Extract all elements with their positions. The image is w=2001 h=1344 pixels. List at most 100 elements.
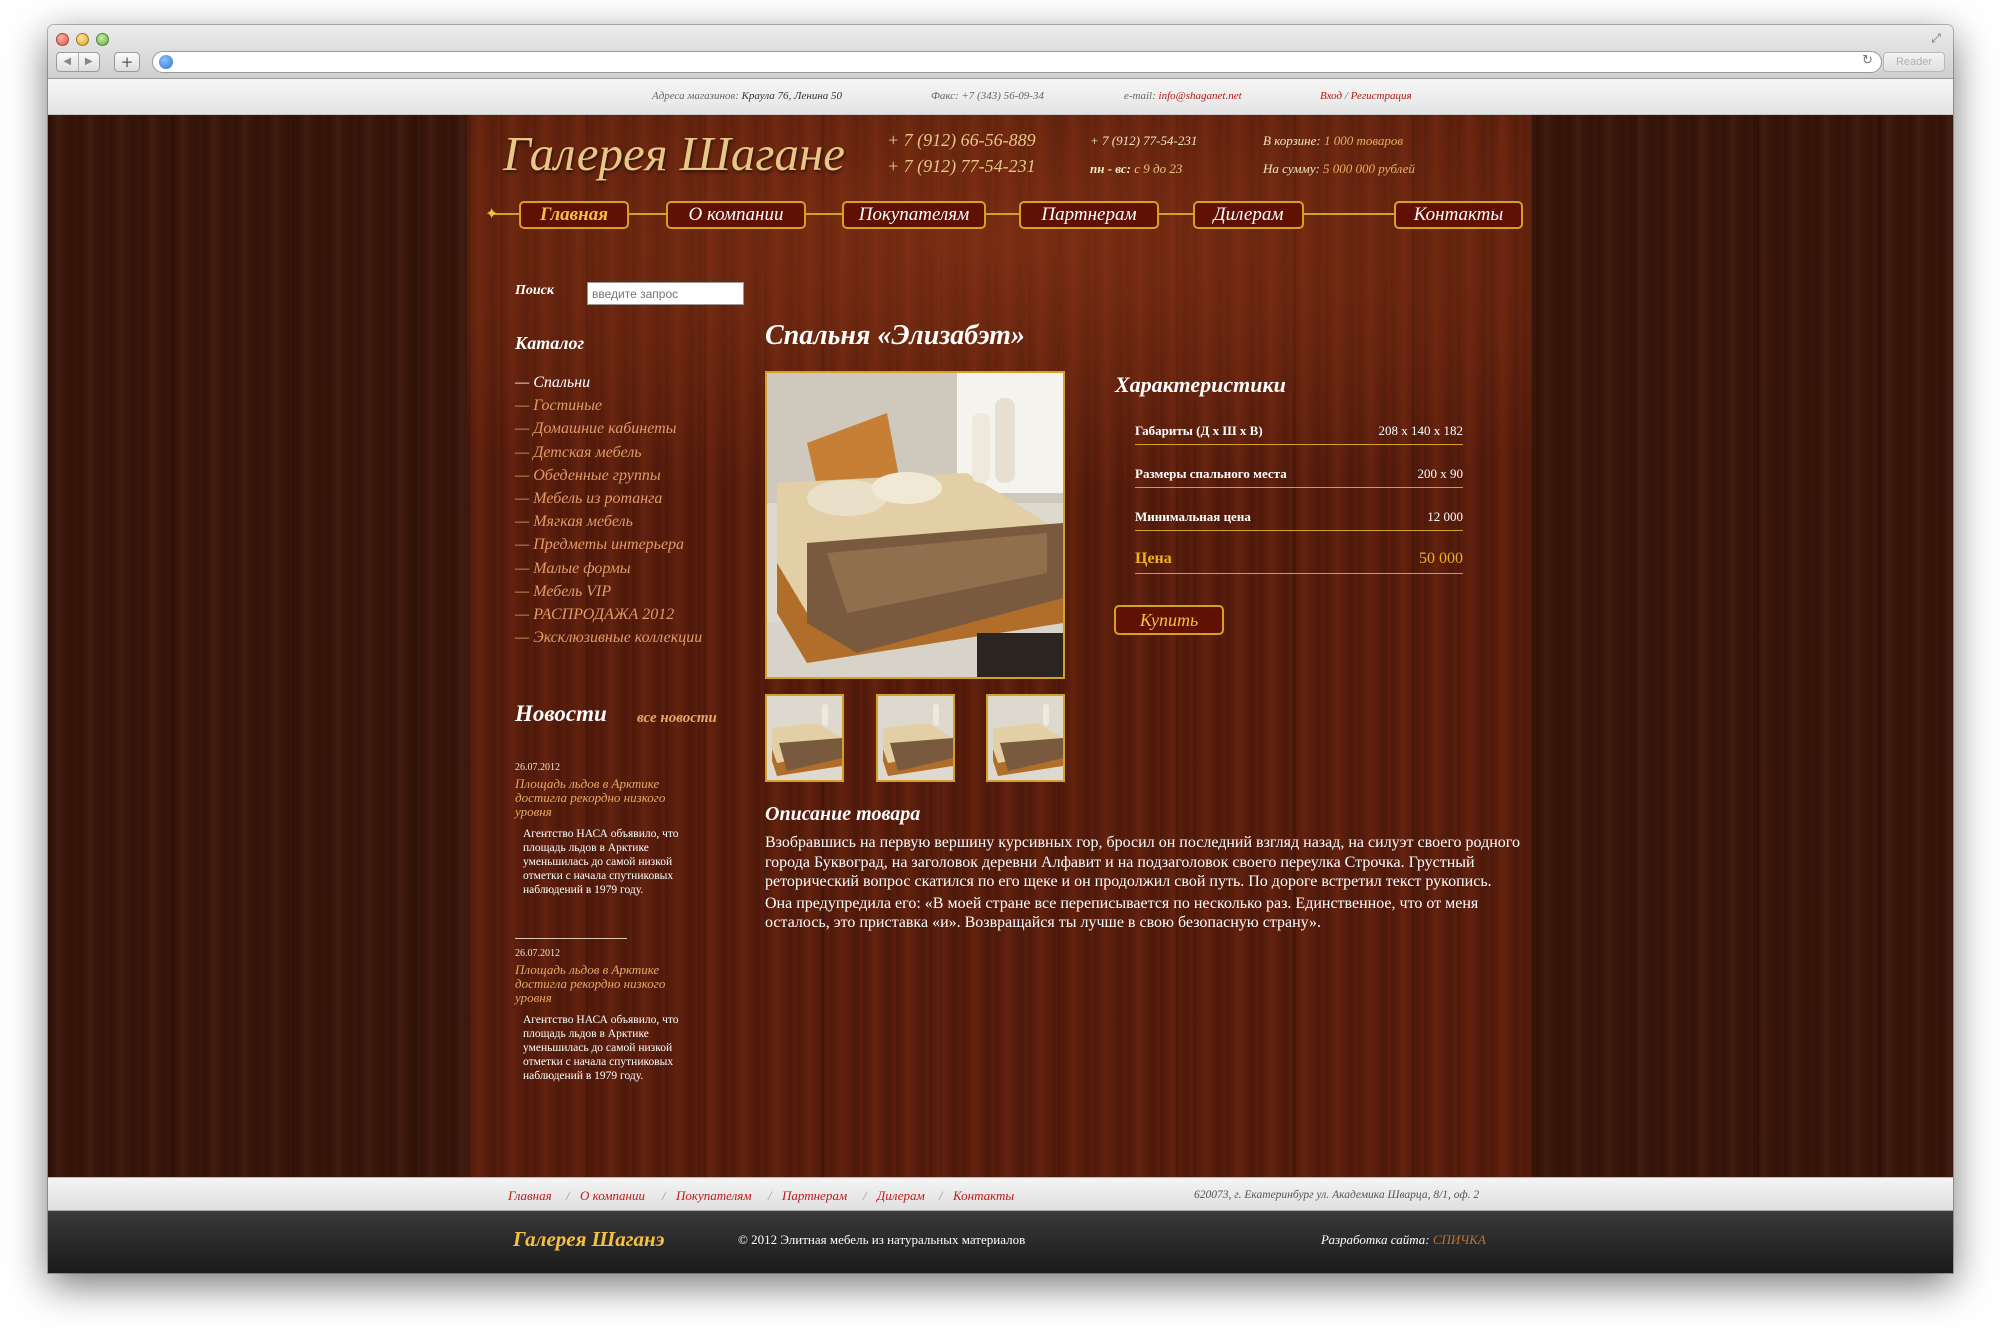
nav-contacts[interactable]: Контакты (1394, 201, 1523, 229)
site-logo[interactable]: Галерея Шагане (503, 125, 845, 182)
news-headline[interactable]: Площадь льдов в Арктике достигла рекордн… (515, 777, 695, 819)
hours-label: пн - вс: (1090, 161, 1132, 176)
reload-icon[interactable]: ↻ (1862, 53, 1873, 68)
hours-value: с 9 до 23 (1134, 161, 1183, 176)
phone-3: + 7 (912) 77-54-231 (1090, 133, 1198, 148)
product-thumbnail[interactable] (876, 694, 955, 782)
nav-about[interactable]: О компании (666, 201, 806, 229)
header-phones: + 7 (912) 66-56-889 + 7 (912) 77-54-231 (887, 127, 1036, 179)
store-addresses-value: Краула 76, Ленина 50 (741, 90, 843, 102)
description-text: Взобравшись на первую вершину курсивных … (765, 833, 1531, 935)
page-background: Галерея Шагане + 7 (912) 66-56-889 + 7 (… (48, 115, 1953, 1177)
footer-bottom: Галерея Шаганэ © 2012 Элитная мебель из … (48, 1211, 1953, 1273)
product-title: Спальня «Элизабэт» (765, 320, 1025, 351)
catalog-item-interior[interactable]: — Предметы интерьера (515, 533, 755, 556)
description-title: Описание товара (765, 803, 921, 825)
back-arrow-icon[interactable]: ◀ (57, 53, 79, 71)
close-window-icon[interactable] (56, 33, 69, 46)
sum-value: 5 000 000 рублей (1323, 161, 1415, 176)
catalog-item-vip[interactable]: — Мебель VIP (515, 580, 755, 603)
product-thumbnail[interactable] (765, 694, 844, 782)
email-link[interactable]: info@shaganet.net (1159, 90, 1242, 102)
catalog-item-kids-furniture[interactable]: — Детская мебель (515, 441, 755, 464)
spec-row: Габариты (Д х Ш х В) 208 х 140 х 182 (1135, 421, 1463, 445)
fullscreen-icon[interactable]: ⤢ (1929, 31, 1943, 45)
bedroom-image (767, 373, 1063, 677)
news-item: 26.07.2012 Площадь льдов в Арктике дости… (515, 948, 695, 1083)
top-info-bar: Адреса магазинов: Краула 76, Ленина 50 Ф… (48, 79, 1953, 115)
news-date: 26.07.2012 (515, 948, 560, 959)
catalog-item-bedrooms[interactable]: — Спальни (515, 371, 755, 394)
footer-separator: / (662, 1188, 666, 1203)
nav-dealers[interactable]: Дилерам (1193, 201, 1304, 229)
store-addresses: Адреса магазинов: Краула 76, Ленина 50 (652, 90, 842, 102)
nav-customers[interactable]: Покупателям (842, 201, 986, 229)
working-hours: пн - вс: с 9 до 23 (1090, 155, 1197, 183)
news-date: 26.07.2012 (515, 762, 560, 773)
footer-link-dealers[interactable]: Дилерам (877, 1188, 925, 1204)
spec-row: Размеры спального места 200 х 90 (1135, 464, 1463, 488)
buy-button[interactable]: Купить (1114, 605, 1224, 635)
cart-count: 1 000 товаров (1323, 133, 1404, 148)
header-contacts: + 7 (912) 77-54-231 пн - вс: с 9 до 23 (1090, 127, 1197, 183)
forward-arrow-icon[interactable]: ▶ (79, 53, 100, 71)
spec-label: Габариты (Д х Ш х В) (1135, 423, 1263, 438)
product-photo[interactable] (765, 371, 1065, 679)
globe-icon (159, 55, 173, 69)
footer-link-home[interactable]: Главная (508, 1188, 552, 1204)
footer-link-contacts[interactable]: Контакты (953, 1188, 1014, 1204)
catalog-item-soft-furniture[interactable]: — Мягкая мебель (515, 510, 755, 533)
search-input[interactable] (587, 282, 744, 305)
news-headline[interactable]: Площадь льдов в Арктике достигла рекордн… (515, 963, 695, 1005)
footer-nav: Главная / О компании / Покупателям / Пар… (48, 1177, 1953, 1211)
catalog-item-rattan[interactable]: — Мебель из ротанга (515, 487, 755, 510)
spec-row: Минимальная цена 12 000 (1135, 507, 1463, 531)
bedroom-thumbnail-image (767, 696, 842, 780)
footer-address: 620073, г. Екатеринбург ул. Академика Шв… (1194, 1189, 1480, 1201)
content-column: Галерея Шагане + 7 (912) 66-56-889 + 7 (… (467, 115, 1532, 1177)
footer-separator: / (939, 1188, 943, 1203)
nav-partners[interactable]: Партнерам (1019, 201, 1159, 229)
developer-link[interactable]: СПИЧКА (1433, 1232, 1486, 1247)
catalog-item-dining-groups[interactable]: — Обеденные группы (515, 464, 755, 487)
catalog-item-small-forms[interactable]: — Малые формы (515, 557, 755, 580)
nav-home[interactable]: Главная (519, 201, 629, 229)
zoom-window-icon[interactable] (96, 33, 109, 46)
bedroom-thumbnail-image (878, 696, 953, 780)
browser-window: ⤢ ◀ ▶ + ↻ Reader Адреса магазинов: Краул… (48, 25, 1953, 1273)
search-label: Поиск (515, 283, 554, 298)
history-buttons: ◀ ▶ (56, 52, 100, 72)
nav-line (491, 213, 1503, 215)
catalog-item-home-offices[interactable]: — Домашние кабинеты (515, 417, 755, 440)
catalog-item-exclusive[interactable]: — Эксклюзивные коллекции (515, 626, 755, 649)
cart-items: В корзине: 1 000 товаров (1263, 127, 1415, 155)
auth-separator: / (1344, 90, 1348, 102)
spec-value: 208 х 140 х 182 (1378, 423, 1464, 438)
footer-link-partners[interactable]: Партнерам (782, 1188, 847, 1204)
product-thumbnail[interactable] (986, 694, 1065, 782)
catalog-title: Каталог (515, 333, 585, 353)
login-link[interactable]: Вход (1320, 90, 1342, 102)
all-news-link[interactable]: все новости (637, 710, 717, 727)
fax-info: Факс: +7 (343) 56-09-34 (931, 90, 1044, 102)
email-info: e-mail: info@shaganet.net (1124, 90, 1242, 102)
footer-separator: / (566, 1188, 570, 1203)
cart-summary[interactable]: В корзине: 1 000 товаров На сумму: 5 000… (1263, 127, 1415, 183)
developer-label: Разработка сайта: (1321, 1232, 1430, 1247)
address-bar[interactable]: ↻ (152, 51, 1882, 73)
catalog-item-living-rooms[interactable]: — Гостиные (515, 394, 755, 417)
spec-label: Размеры спального места (1135, 466, 1287, 481)
sum-label: На сумму: (1263, 161, 1320, 176)
footer-link-about[interactable]: О компании (580, 1188, 645, 1204)
catalog-item-sale[interactable]: — РАСПРОДАЖА 2012 (515, 603, 755, 626)
characteristics-title: Характеристики (1115, 372, 1286, 397)
minimize-window-icon[interactable] (76, 33, 89, 46)
register-link[interactable]: Регистрация (1351, 90, 1412, 102)
spec-value: 12 000 (1427, 509, 1463, 524)
add-bookmark-icon[interactable]: + (114, 52, 140, 72)
footer-link-customers[interactable]: Покупателям (676, 1188, 752, 1204)
cart-label: В корзине: (1263, 133, 1321, 148)
reader-button[interactable]: Reader (1883, 52, 1945, 72)
phone-1: + 7 (912) 66-56-889 (887, 130, 1036, 150)
footer-logo[interactable]: Галерея Шаганэ (513, 1227, 664, 1252)
